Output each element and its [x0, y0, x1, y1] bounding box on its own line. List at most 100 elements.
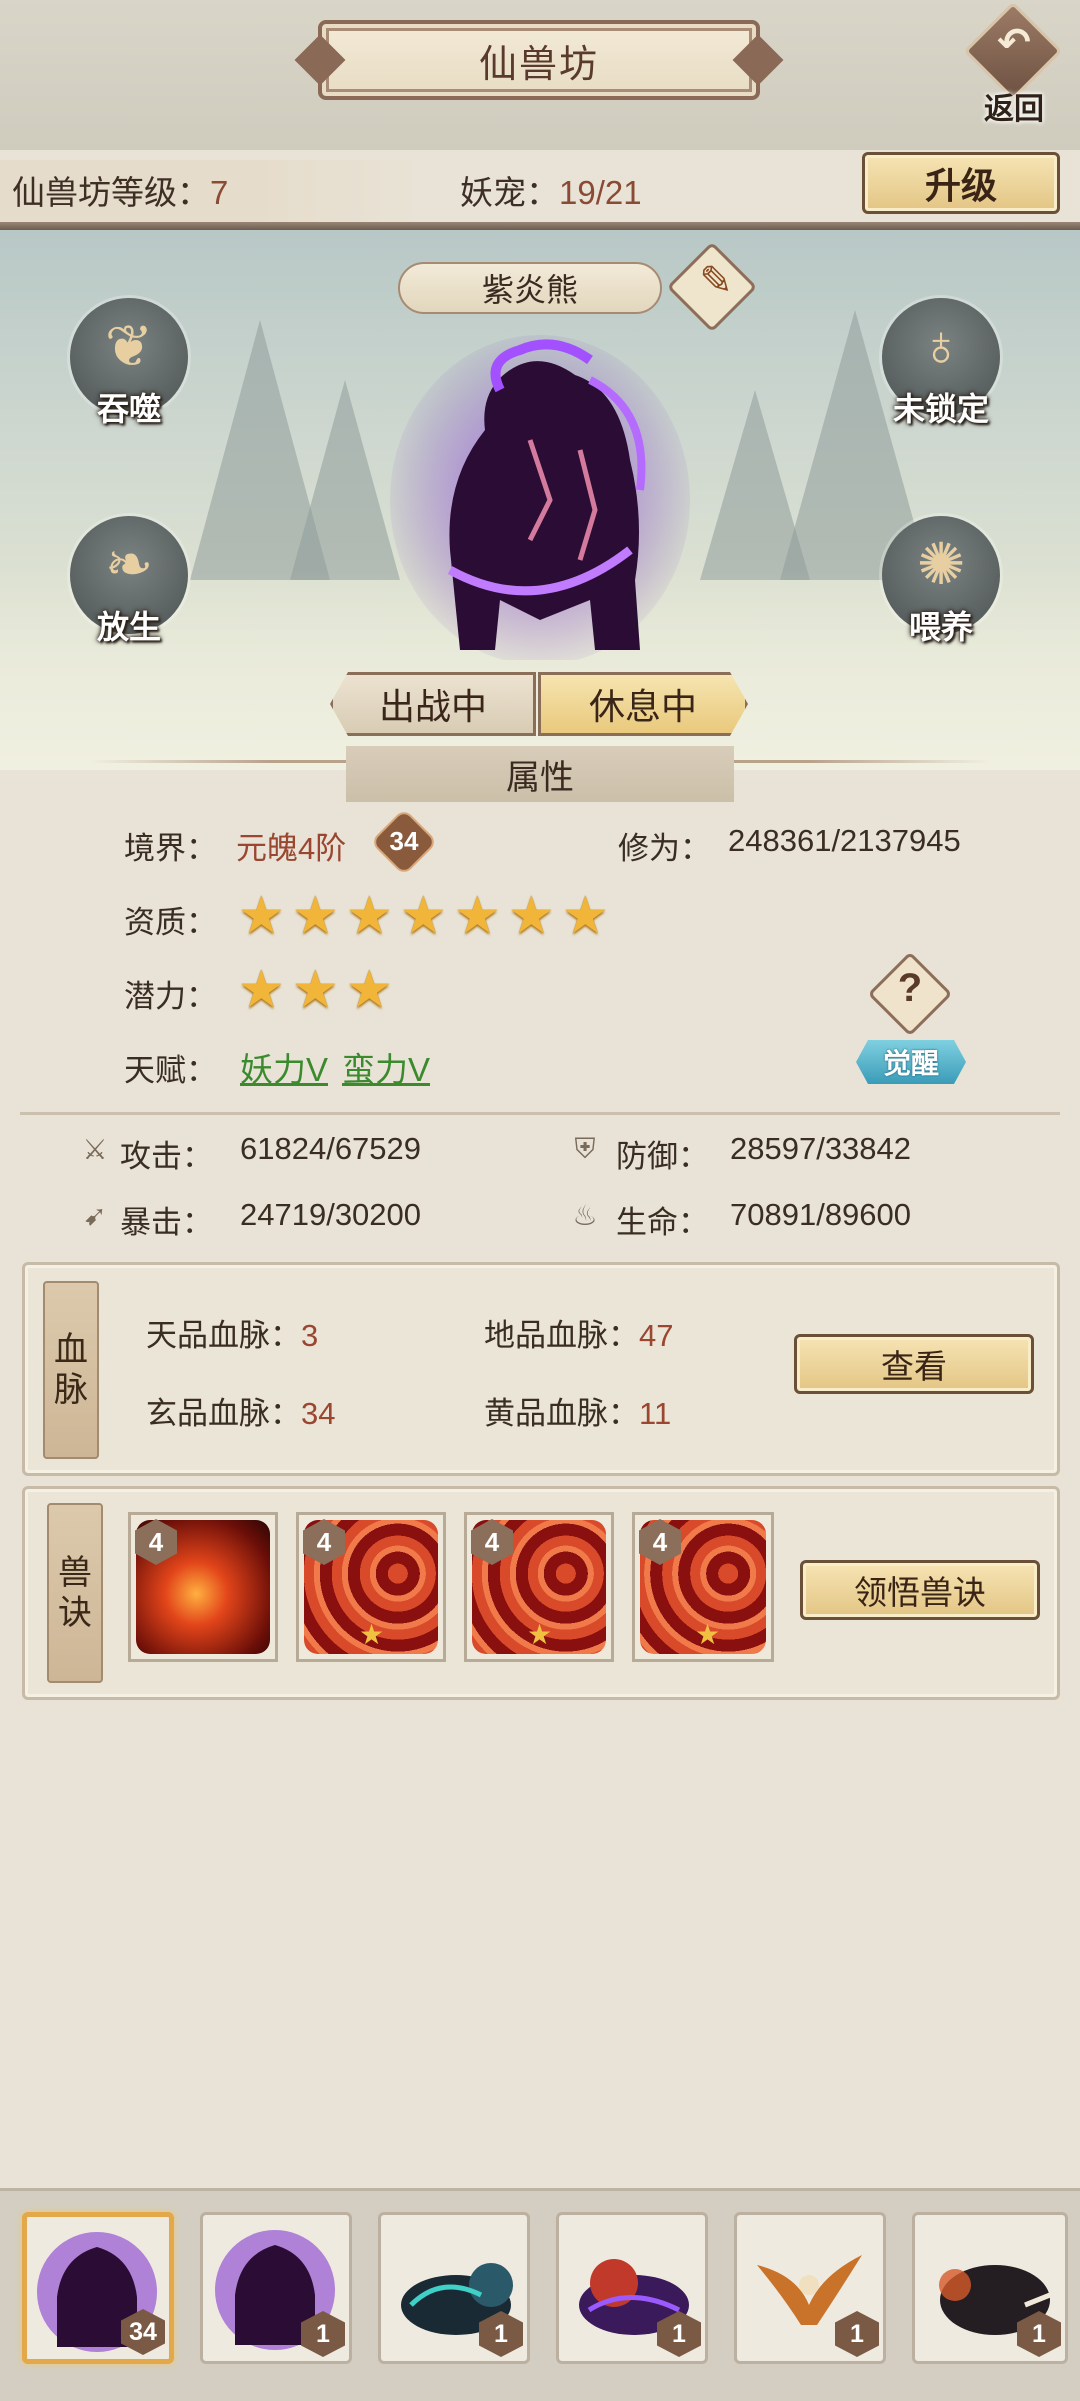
heaven-bloodline: 天品血脉：3 [146, 1310, 318, 1355]
attack-value: 61824/67529 [240, 1131, 422, 1166]
workshop-level-value: 7 [210, 174, 229, 211]
defense-icon: ⛨ [574, 1133, 596, 1164]
pet-slot-3[interactable]: 1 [378, 2212, 530, 2364]
devour-label: 吞噬 [96, 391, 161, 427]
upgrade-label: 升级 [924, 165, 997, 206]
star-icon: ★ [562, 887, 609, 945]
attr-header: 属性 [346, 746, 734, 802]
learn-skill-label: 领悟兽诀 [854, 1574, 986, 1611]
lock-label: 未锁定 [892, 391, 989, 427]
earth-bloodline-value: 47 [639, 1318, 674, 1353]
release-button[interactable]: ❧ 放生 [64, 516, 194, 656]
hp-icon: ♨ [572, 1200, 598, 1231]
heaven-bloodline-label: 天品血脉： [146, 1318, 301, 1353]
brush-icon: ✎ [699, 259, 733, 303]
aptitude-stars: ★ ★ ★ ★ ★ ★ ★ [238, 887, 618, 945]
pet-slot-6[interactable]: 1 [912, 2212, 1068, 2364]
yellow-bloodline-label: 黄品血脉： [484, 1396, 639, 1431]
mystic-bloodline-value: 34 [301, 1396, 336, 1431]
pet-slot-1[interactable]: 34 [22, 2212, 174, 2364]
star-icon: ★ [695, 1619, 721, 1650]
talent-link-2[interactable]: 蛮力V [342, 1043, 430, 1091]
pet-count-label: 妖宠： [460, 174, 559, 211]
earth-bloodline-label: 地品血脉： [484, 1318, 639, 1353]
pet-slot-5[interactable]: 1 [734, 2212, 886, 2364]
yellow-bloodline: 黄品血脉：11 [484, 1388, 671, 1433]
meat-icon: ✺ [916, 532, 966, 597]
skill-slot-4[interactable]: 4 ★ [632, 1512, 774, 1662]
bloodline-tag: 血 脉 [43, 1281, 99, 1459]
tab-resting[interactable]: 休息中 [538, 672, 748, 736]
awaken-button[interactable]: 觉醒 [856, 1040, 966, 1084]
crit-value: 24719/30200 [240, 1197, 422, 1232]
defense-value: 28597/33842 [730, 1131, 912, 1166]
star-icon: ★ [454, 887, 501, 945]
hp-label: 生命： [616, 1205, 709, 1240]
view-bloodline-button[interactable]: 查看 [794, 1334, 1034, 1394]
star-icon: ★ [346, 887, 393, 945]
aptitude-label: 资质： [124, 905, 217, 940]
title-plate: 仙兽坊 [318, 20, 760, 100]
skills-tag: 兽 诀 [47, 1503, 103, 1683]
star-icon: ★ [346, 961, 393, 1019]
star-icon: ★ [400, 887, 447, 945]
back-button[interactable]: ↶ 返回 [962, 1, 1066, 126]
lock-icon: ♁ [919, 313, 963, 378]
heaven-bloodline-value: 3 [301, 1318, 319, 1353]
star-icon: ★ [238, 961, 285, 1019]
potential-label: 潜力： [124, 979, 217, 1014]
attack-icon: ⚔ [82, 1134, 108, 1165]
skill-slot-3[interactable]: 4 ★ [464, 1512, 614, 1662]
devour-button[interactable]: ❦ 吞噬 [64, 298, 194, 438]
lion-head-icon: ❦ [104, 314, 154, 379]
talent-link-1[interactable]: 妖力V [240, 1043, 328, 1091]
crit-label: 暴击： [120, 1205, 213, 1240]
learn-skill-button[interactable]: 领悟兽诀 [800, 1560, 1040, 1620]
talent-label: 天赋： [124, 1053, 217, 1088]
workshop-level-label: 仙兽坊等级： [12, 174, 210, 211]
view-bloodline-label: 查看 [881, 1348, 947, 1385]
page-title: 仙兽坊 [478, 43, 599, 86]
pet-slot-2[interactable]: 1 [200, 2212, 352, 2364]
cultivation-label: 修为： [618, 831, 711, 866]
mystic-bloodline: 玄品血脉：34 [146, 1388, 335, 1433]
divider [20, 1112, 1060, 1115]
back-label: 返回 [984, 93, 1044, 126]
pet-name-plate: 紫炎熊 [398, 262, 662, 314]
pet-count: 妖宠：19/21 [460, 166, 642, 214]
hp-value: 70891/89600 [730, 1197, 912, 1232]
tab-in-battle-label: 出战中 [378, 686, 487, 727]
skill-slot-2[interactable]: 4 ★ [296, 1512, 446, 1662]
skills-tag-char: 兽 [58, 1554, 92, 1592]
tab-in-battle[interactable]: 出战中 [330, 672, 536, 736]
upgrade-button[interactable]: 升级 [862, 152, 1060, 214]
earth-bloodline: 地品血脉：47 [484, 1310, 673, 1355]
star-icon: ★ [508, 887, 555, 945]
tab-resting-label: 休息中 [588, 686, 697, 727]
attack-label: 攻击： [120, 1139, 213, 1174]
release-label: 放生 [96, 609, 161, 645]
bloodline-tag-char: 脉 [54, 1371, 88, 1409]
rabbit-icon: ❧ [104, 532, 154, 597]
cultivation-value: 248361/2137945 [728, 823, 961, 858]
star-icon: ★ [238, 887, 285, 945]
crit-icon: ➹ [83, 1200, 107, 1231]
feed-button[interactable]: ✺ 喂养 [876, 516, 1006, 656]
question-icon: ? [897, 966, 923, 1010]
back-arrow-icon: ↶ [997, 21, 1031, 65]
realm-value: 元魄4阶 [236, 831, 347, 866]
divider [0, 222, 1080, 230]
mystic-bloodline-label: 玄品血脉： [146, 1396, 301, 1431]
potential-stars: ★ ★ ★ [238, 961, 438, 1019]
defense-label: 防御： [616, 1139, 709, 1174]
awaken-label: 觉醒 [882, 1048, 939, 1079]
bloodline-tag-char: 血 [54, 1331, 88, 1369]
star-icon: ★ [527, 1619, 553, 1650]
realm-level-value: 34 [389, 826, 419, 856]
star-icon: ★ [359, 1619, 385, 1650]
realm-label: 境界： [124, 831, 217, 866]
skills-tag-char: 诀 [58, 1594, 92, 1632]
lock-button[interactable]: ♁ 未锁定 [876, 298, 1006, 438]
skill-slot-1[interactable]: 4 [128, 1512, 278, 1662]
pet-slot-4[interactable]: 1 [556, 2212, 708, 2364]
